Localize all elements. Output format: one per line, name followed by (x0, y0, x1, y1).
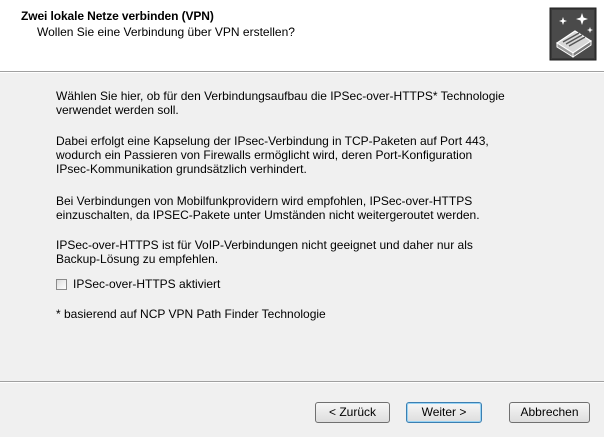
ipsec-over-https-checkbox-row[interactable]: IPSec-over-HTTPS aktiviert (56, 277, 220, 291)
text-line: Backup-Lösung zu empfehlen. (56, 252, 219, 266)
wizard-subtitle: Wollen Sie eine Verbindung über VPN erst… (37, 25, 295, 39)
checkbox-label[interactable]: IPSec-over-HTTPS aktiviert (73, 277, 220, 291)
cancel-button[interactable]: Abbrechen (509, 402, 590, 423)
wizard-header: Zwei lokale Netze verbinden (VPN) Wollen… (0, 0, 604, 71)
text-line: einzuschalten, da IPSEC-Pakete unter Ums… (56, 208, 480, 222)
mobile-provider-paragraph: Bei Verbindungen von Mobilfunkprovidern … (56, 194, 480, 222)
network-wizard-icon (549, 7, 597, 61)
ipsec-over-https-checkbox[interactable] (56, 278, 67, 290)
intro-paragraph: Wählen Sie hier, ob für den Verbindungsa… (56, 89, 505, 117)
text-line: verwendet werden soll. (56, 103, 179, 117)
wizard-title: Zwei lokale Netze verbinden (VPN) (21, 9, 214, 23)
footer-divider (0, 381, 604, 383)
text-line: Dabei erfolgt eine Kapselung der IPsec-V… (56, 134, 489, 148)
header-divider (0, 71, 604, 73)
back-button[interactable]: < Zurück (315, 402, 390, 423)
voip-paragraph: IPSec-over-HTTPS ist für VoIP-Verbindung… (56, 238, 473, 266)
text-line: IPSec-over-HTTPS ist für VoIP-Verbindung… (56, 238, 473, 252)
text-line: Wählen Sie hier, ob für den Verbindungsa… (56, 89, 505, 103)
text-line: Bei Verbindungen von Mobilfunkprovidern … (56, 194, 473, 208)
footnote: * basierend auf NCP VPN Path Finder Tech… (56, 307, 326, 321)
text-line: wodurch ein Passieren von Firewalls ermö… (56, 148, 473, 162)
encapsulation-paragraph: Dabei erfolgt eine Kapselung der IPsec-V… (56, 134, 489, 176)
next-button[interactable]: Weiter > (406, 402, 482, 423)
text-line: IPsec-Kommunikation grundsätzlich verhin… (56, 162, 307, 176)
